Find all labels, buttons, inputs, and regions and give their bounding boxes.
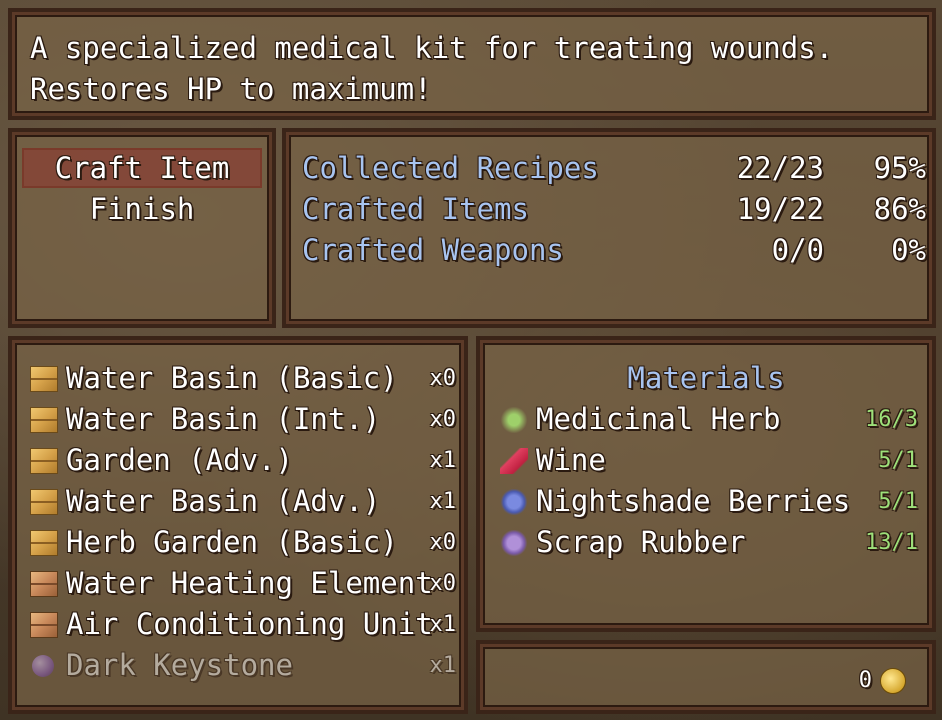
stat-percent: 0% xyxy=(891,233,926,267)
berries-icon xyxy=(500,489,528,515)
stat-label: Crafted Weapons xyxy=(302,233,564,267)
material-name: Scrap Rubber xyxy=(536,525,746,559)
list-item[interactable]: Air Conditioning Unit x1 xyxy=(26,604,458,645)
material-entry: Medicinal Herb 16/3 xyxy=(498,399,920,440)
rubber-icon xyxy=(500,530,528,556)
materials-window: Materials Medicinal Herb 16/3 Wine 5/1 N… xyxy=(476,336,936,632)
list-item[interactable]: Water Basin (Adv.) x1 xyxy=(26,481,458,522)
material-name: Wine xyxy=(536,443,606,477)
material-name: Medicinal Herb xyxy=(536,402,781,436)
list-item[interactable]: Garden (Adv.) x1 xyxy=(26,440,458,481)
item-quantity: x1 xyxy=(429,612,457,637)
item-quantity: x1 xyxy=(429,448,457,473)
command-window: Craft Item Finish xyxy=(8,128,276,328)
material-quantity: 13/1 xyxy=(865,530,918,555)
item-quantity: x0 xyxy=(429,407,457,432)
list-item[interactable]: Water Heating Element x0 xyxy=(26,563,458,604)
item-name: Garden (Adv.) xyxy=(66,443,293,477)
stat-count: 0/0 xyxy=(771,233,824,267)
material-entry: Wine 5/1 xyxy=(498,440,920,481)
stat-row-crafted-weapons: Crafted Weapons 0/0 0% xyxy=(302,230,932,271)
item-name: Water Basin (Int.) xyxy=(66,402,381,436)
stat-count: 19/22 xyxy=(736,192,824,226)
gold-amount: 0 xyxy=(858,668,872,693)
wine-bottle-icon xyxy=(500,448,528,474)
material-quantity: 16/3 xyxy=(865,407,918,432)
stat-row-collected-recipes: Collected Recipes 22/23 95% xyxy=(302,148,932,189)
stat-count: 22/23 xyxy=(736,151,824,185)
help-text-line-1: A specialized medical kit for treating w… xyxy=(30,31,834,65)
stat-label: Crafted Items xyxy=(302,192,529,226)
crate-icon xyxy=(30,489,58,515)
help-text-line-2: Restores HP to maximum! xyxy=(30,72,432,106)
crate-icon xyxy=(30,407,58,433)
material-quantity: 5/1 xyxy=(878,489,918,514)
item-name: Water Basin (Adv.) xyxy=(66,484,381,518)
materials-title: Materials xyxy=(627,361,785,395)
item-quantity: x0 xyxy=(429,366,457,391)
item-quantity: x1 xyxy=(429,489,457,514)
crate-icon xyxy=(30,448,58,474)
list-item[interactable]: Water Basin (Basic) x0 xyxy=(26,358,458,399)
list-item[interactable]: Herb Garden (Basic) x0 xyxy=(26,522,458,563)
list-item[interactable]: Water Basin (Int.) x0 xyxy=(26,399,458,440)
crate-icon xyxy=(30,530,58,556)
item-name: Water Basin (Basic) xyxy=(66,361,398,395)
help-window: A specialized medical kit for treating w… xyxy=(8,8,936,120)
material-name: Nightshade Berries xyxy=(536,484,851,518)
herb-icon xyxy=(500,407,528,433)
gold-coin-icon xyxy=(880,668,906,694)
item-name: Dark Keystone xyxy=(66,648,293,682)
finish-command[interactable]: Finish xyxy=(22,189,262,230)
material-quantity: 5/1 xyxy=(878,448,918,473)
crate-icon xyxy=(30,571,58,597)
stat-percent: 95% xyxy=(873,151,926,185)
item-quantity: x0 xyxy=(429,571,457,596)
gold-window: 0 xyxy=(476,640,936,714)
item-quantity: x0 xyxy=(429,530,457,555)
stat-row-crafted-items: Crafted Items 19/22 86% xyxy=(302,189,932,230)
item-name: Herb Garden (Basic) xyxy=(66,525,398,559)
item-name: Air Conditioning Unit xyxy=(66,607,433,641)
item-list-window: Water Basin (Basic) x0 Water Basin (Int.… xyxy=(8,336,468,714)
item-name: Water Heating Element xyxy=(66,566,433,600)
stats-window: Collected Recipes 22/23 95% Crafted Item… xyxy=(282,128,936,328)
crate-icon xyxy=(30,366,58,392)
stat-label: Collected Recipes xyxy=(302,151,599,185)
crate-icon xyxy=(30,612,58,638)
material-entry: Nightshade Berries 5/1 xyxy=(498,481,920,522)
stat-percent: 86% xyxy=(873,192,926,226)
item-quantity: x1 xyxy=(429,653,457,678)
material-entry: Scrap Rubber 13/1 xyxy=(498,522,920,563)
list-item-disabled[interactable]: Dark Keystone x1 xyxy=(26,645,458,686)
craft-item-command[interactable]: Craft Item xyxy=(22,148,262,189)
orb-icon xyxy=(32,655,54,677)
